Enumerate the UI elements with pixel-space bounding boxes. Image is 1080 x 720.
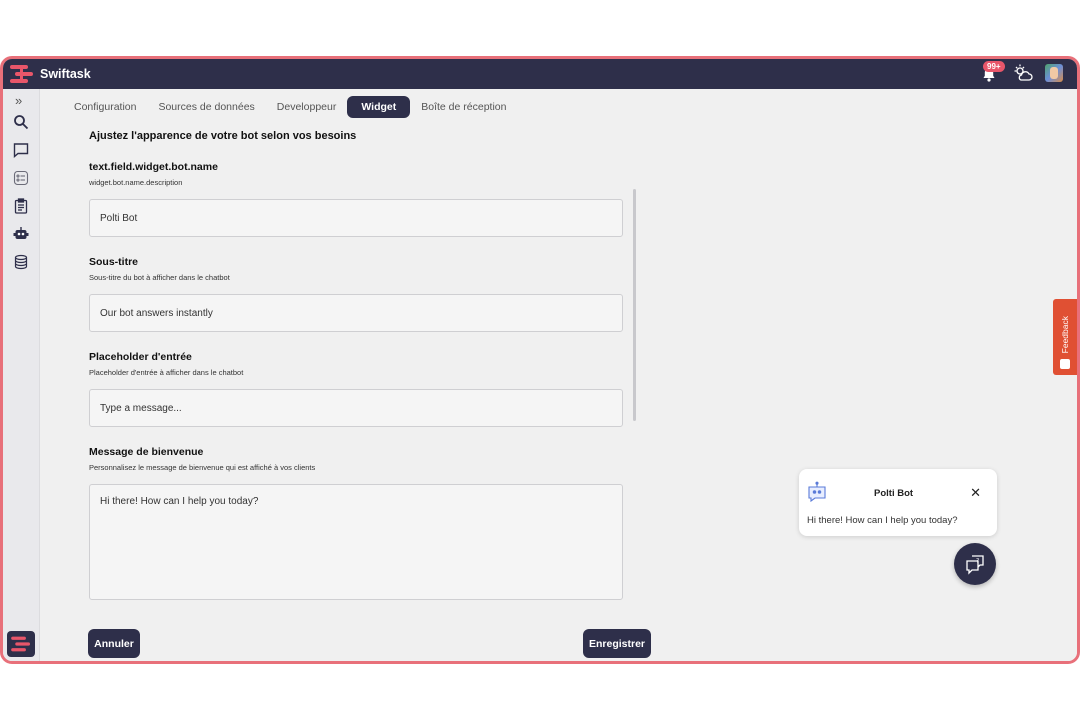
feedback-icon bbox=[1060, 359, 1070, 369]
input-placeholder-description: Placeholder d'entrée à afficher dans le … bbox=[89, 368, 244, 377]
form-scrollbar[interactable] bbox=[633, 189, 636, 421]
tab-inbox[interactable]: Boîte de réception bbox=[410, 96, 517, 118]
sidebar-expand-button[interactable]: » bbox=[15, 93, 22, 108]
subtitle-input[interactable]: Our bot answers instantly bbox=[89, 294, 623, 332]
app-name: Swiftask bbox=[40, 67, 91, 81]
input-placeholder-input[interactable]: Type a message... bbox=[89, 389, 623, 427]
subtitle-label: Sous-titre bbox=[89, 256, 139, 268]
subtitle-description: Sous-titre du bot à afficher dans le cha… bbox=[89, 273, 230, 282]
welcome-message-label: Message de bienvenue bbox=[89, 446, 204, 458]
close-icon[interactable]: ✕ bbox=[970, 485, 981, 501]
sidebar: » bbox=[3, 89, 40, 661]
chat-help-icon: ? bbox=[966, 555, 984, 575]
chat-icon[interactable] bbox=[12, 141, 30, 159]
tab-developer[interactable]: Developpeur bbox=[266, 96, 348, 118]
feedback-tab[interactable]: Feedback bbox=[1053, 299, 1077, 375]
clipboard-icon[interactable] bbox=[12, 197, 30, 215]
top-actions: 99+ bbox=[981, 61, 1063, 84]
bot-name-label: text.field.widget.bot.name bbox=[89, 161, 218, 173]
user-avatar[interactable] bbox=[1045, 64, 1063, 82]
robot-icon[interactable] bbox=[12, 225, 30, 243]
feedback-label: Feedback bbox=[1060, 315, 1070, 353]
tab-bar: Configuration Sources de données Develop… bbox=[63, 96, 517, 118]
save-button[interactable]: Enregistrer bbox=[583, 629, 651, 658]
app-window: Swiftask 99+ » Configuration Sources de … bbox=[0, 56, 1080, 664]
form-title: Ajustez l'apparence de votre bot selon v… bbox=[89, 130, 357, 142]
svg-text:?: ? bbox=[976, 558, 979, 565]
notification-badge: 99+ bbox=[983, 61, 1005, 72]
tab-data-sources[interactable]: Sources de données bbox=[147, 96, 265, 118]
swiftask-logo-icon[interactable] bbox=[9, 63, 35, 85]
chat-welcome-message: Hi there! How can I help you today? bbox=[807, 515, 958, 526]
welcome-message-textarea[interactable]: Hi there! How can I help you today? bbox=[89, 484, 623, 600]
search-icon[interactable] bbox=[12, 113, 30, 131]
weather-icon[interactable] bbox=[1013, 63, 1033, 83]
welcome-message-description: Personnalisez le message de bienvenue qu… bbox=[89, 463, 316, 472]
cancel-button[interactable]: Annuler bbox=[88, 629, 140, 658]
tab-widget[interactable]: Widget bbox=[347, 96, 411, 118]
bot-avatar-icon bbox=[806, 481, 828, 503]
chat-launcher-button[interactable]: ? bbox=[954, 543, 996, 585]
bot-name-description: widget.bot.name.description bbox=[89, 178, 183, 187]
bot-name-input[interactable]: Polti Bot bbox=[89, 199, 623, 237]
checklist-icon[interactable] bbox=[12, 169, 30, 187]
main-content: Configuration Sources de données Develop… bbox=[41, 89, 1077, 661]
chat-preview-popup: Polti Bot ✕ Hi there! How can I help you… bbox=[799, 469, 997, 536]
input-placeholder-label: Placeholder d'entrée bbox=[89, 351, 192, 363]
sidebar-logo-icon[interactable] bbox=[7, 631, 35, 657]
database-icon[interactable] bbox=[12, 253, 30, 271]
tab-configuration[interactable]: Configuration bbox=[63, 96, 147, 118]
top-bar: Swiftask 99+ bbox=[3, 59, 1077, 89]
notifications-button[interactable]: 99+ bbox=[981, 61, 1005, 84]
chat-bot-name: Polti Bot bbox=[874, 488, 914, 499]
widget-form: Ajustez l'apparence de votre bot selon v… bbox=[85, 125, 623, 627]
